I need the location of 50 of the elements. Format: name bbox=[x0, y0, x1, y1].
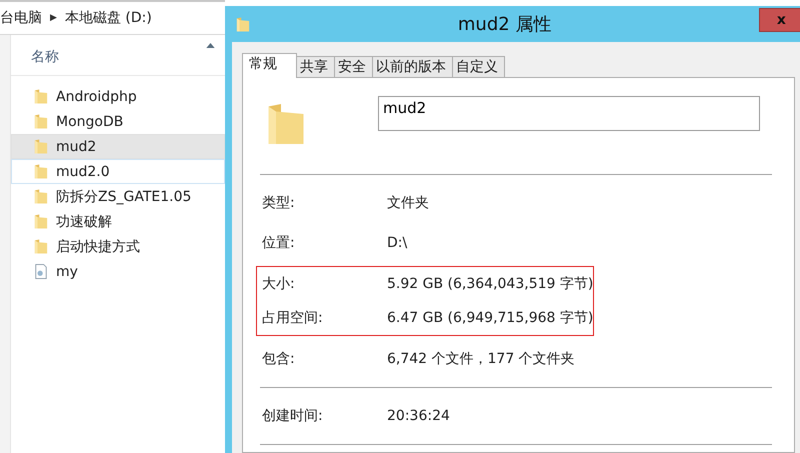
file-name: my bbox=[56, 264, 78, 280]
file-item[interactable]: 防拆分ZS_GATE1.05 bbox=[11, 184, 225, 209]
folder-icon bbox=[34, 213, 48, 230]
folder-icon bbox=[34, 113, 48, 130]
tab[interactable]: 以前的版本 bbox=[372, 56, 453, 78]
window-title: mud2 属性 bbox=[456, 13, 552, 36]
file-name: mud2 bbox=[56, 138, 96, 154]
file-item[interactable]: mud2 bbox=[11, 134, 225, 159]
settings-file-icon bbox=[34, 263, 48, 280]
property-value: 20:36:24 bbox=[387, 408, 450, 424]
file-item[interactable]: MongoDB bbox=[11, 109, 225, 134]
file-item[interactable]: mud2.0 bbox=[11, 159, 225, 184]
tab[interactable]: 安全 bbox=[334, 56, 373, 78]
folder-icon bbox=[236, 16, 250, 32]
breadcrumb-arrow-icon: ▶ bbox=[50, 13, 57, 23]
property-label: 位置: bbox=[261, 235, 296, 251]
property-label: 类型: bbox=[261, 195, 296, 211]
property-label: 包含: bbox=[261, 351, 296, 367]
property-label: 占用空间: bbox=[261, 310, 324, 326]
file-name: 启动快捷方式 bbox=[56, 238, 140, 256]
property-value: 5.92 GB (6,364,043,519 字节) bbox=[387, 276, 594, 292]
property-value: 文件夹 bbox=[387, 195, 429, 211]
column-header-label: 名称 bbox=[31, 48, 59, 66]
tab[interactable]: 常规 bbox=[242, 53, 297, 78]
file-item[interactable]: 启动快捷方式 bbox=[11, 234, 225, 259]
file-name: 防拆分ZS_GATE1.05 bbox=[56, 188, 192, 206]
close-button[interactable]: x bbox=[759, 8, 800, 32]
breadcrumb-item[interactable]: 台电脑 bbox=[0, 9, 42, 27]
folder-icon bbox=[34, 188, 48, 205]
tab[interactable]: 共享 bbox=[296, 56, 335, 78]
name-field[interactable]: mud2 bbox=[378, 96, 760, 131]
folder-icon bbox=[34, 238, 48, 255]
file-name: Androidphp bbox=[56, 88, 137, 104]
file-item[interactable]: my bbox=[11, 259, 225, 284]
sort-arrow-icon bbox=[206, 43, 215, 48]
property-label: 大小: bbox=[261, 276, 296, 292]
tab[interactable]: 自定义 bbox=[452, 56, 505, 78]
folder-icon bbox=[34, 88, 48, 105]
property-value: D:\ bbox=[387, 235, 408, 251]
property-value: 6,742 个文件，177 个文件夹 bbox=[387, 351, 575, 367]
file-name: mud2.0 bbox=[56, 164, 110, 180]
folder-icon bbox=[34, 163, 48, 180]
property-label: 创建时间: bbox=[261, 408, 324, 424]
file-name: 功速破解 bbox=[56, 212, 112, 230]
breadcrumb-item[interactable]: 本地磁盘 (D:) bbox=[64, 9, 152, 27]
folder-icon bbox=[34, 138, 48, 155]
file-item[interactable]: Androidphp bbox=[11, 84, 225, 109]
property-value: 6.47 GB (6,949,715,968 字节) bbox=[387, 310, 594, 326]
file-name: MongoDB bbox=[56, 114, 124, 130]
file-item[interactable]: 功速破解 bbox=[11, 209, 225, 234]
